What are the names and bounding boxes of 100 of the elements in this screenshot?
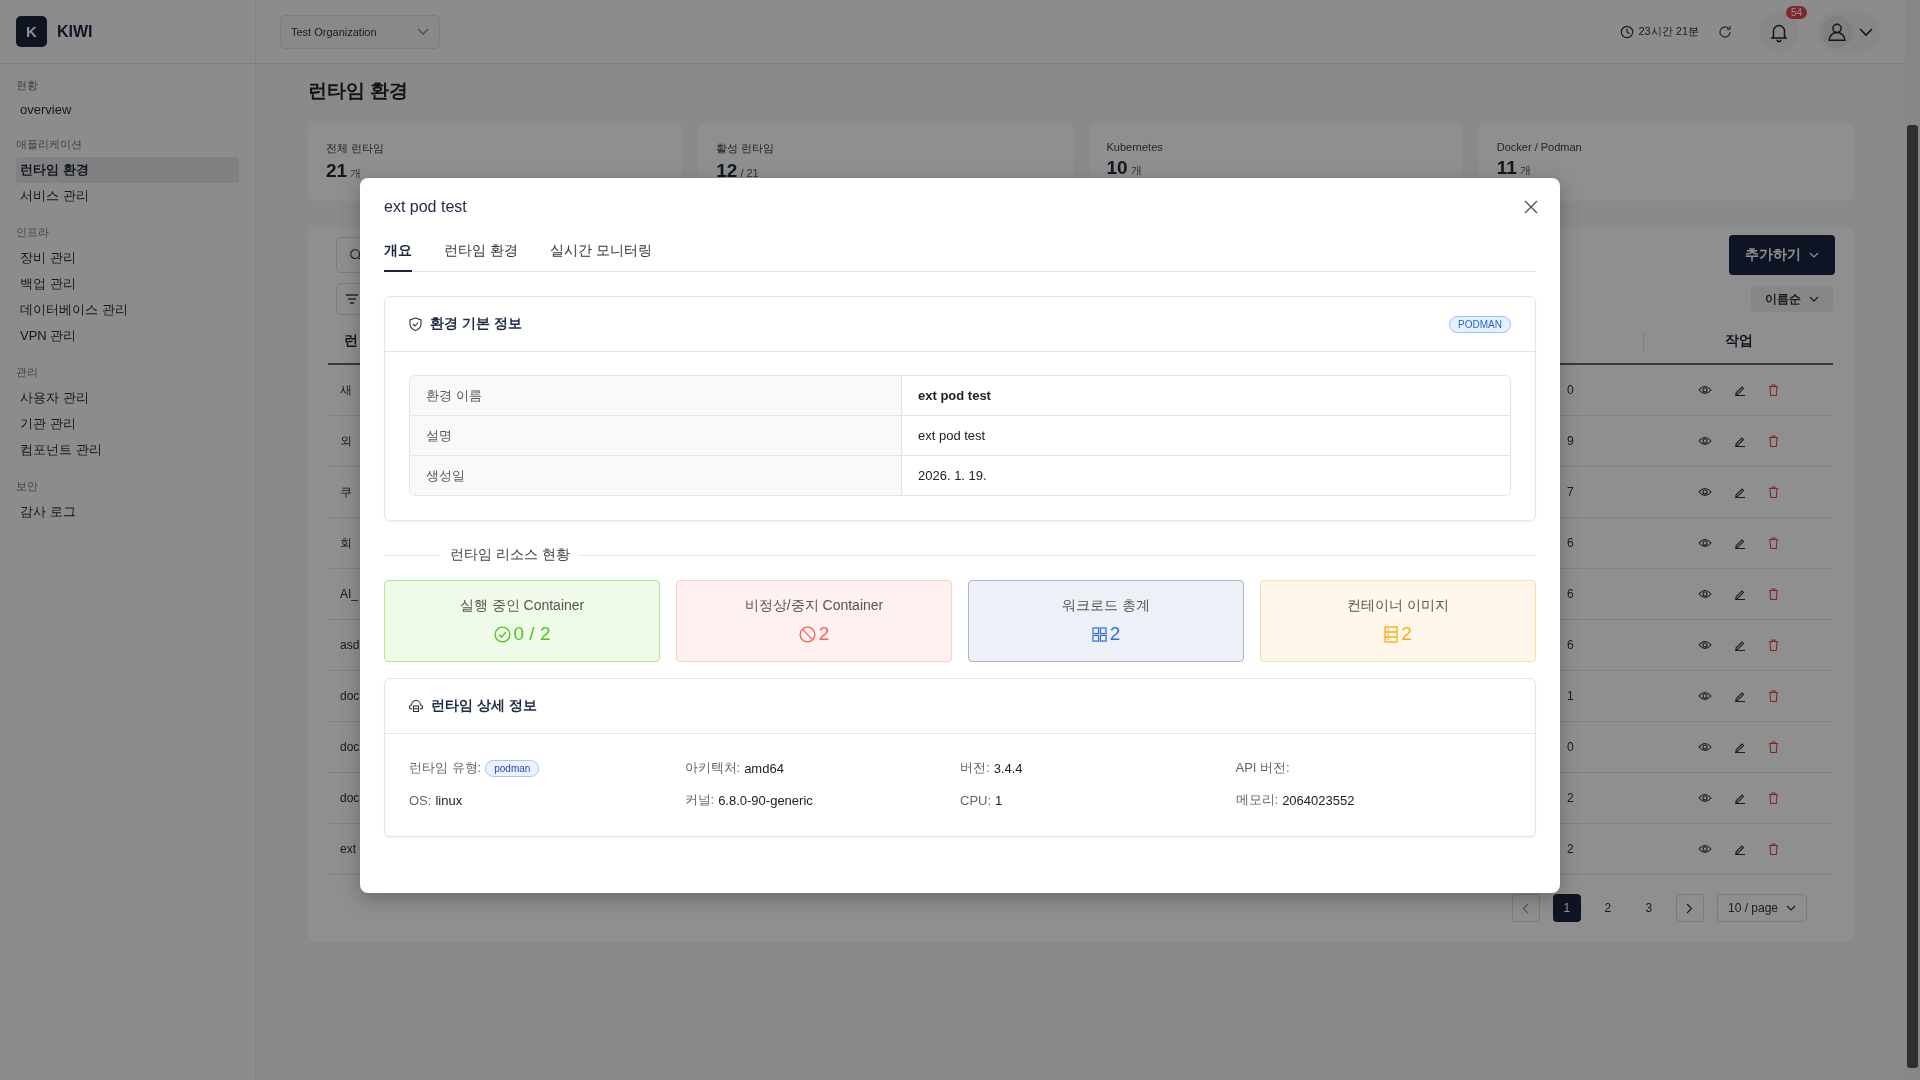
view-icon[interactable] bbox=[1697, 589, 1712, 599]
tile-label: 워크로드 총계 bbox=[1062, 597, 1150, 615]
page-button[interactable]: 3 bbox=[1634, 894, 1663, 922]
field-label: CPU: bbox=[960, 792, 992, 808]
stat-value: 10 bbox=[1106, 157, 1128, 179]
close-icon[interactable] bbox=[1524, 200, 1538, 214]
edit-icon[interactable] bbox=[1733, 537, 1746, 549]
user-menu[interactable] bbox=[1817, 11, 1881, 52]
tile-value: 2 bbox=[1401, 623, 1412, 645]
tile-value: 0 / 2 bbox=[513, 623, 551, 645]
edit-icon[interactable] bbox=[1733, 435, 1746, 447]
edit-icon[interactable] bbox=[1733, 639, 1746, 651]
refresh-icon[interactable] bbox=[1717, 23, 1733, 40]
view-icon[interactable] bbox=[1697, 640, 1712, 650]
table-cell-text: doc bbox=[339, 791, 360, 805]
table-cell-text: ext bbox=[339, 842, 356, 856]
chevron-icon bbox=[417, 27, 429, 36]
table-cell-text: doc bbox=[339, 740, 360, 754]
edit-icon[interactable] bbox=[1733, 792, 1746, 804]
sidebar-item[interactable]: 컴포넌트 관리 bbox=[16, 437, 239, 463]
page-button[interactable]: 1 bbox=[1552, 894, 1581, 922]
delete-icon[interactable] bbox=[1767, 741, 1779, 753]
delete-icon[interactable] bbox=[1767, 639, 1779, 651]
runtime-tag: podman bbox=[485, 759, 540, 777]
field-value: 6.8.0-90-generic bbox=[718, 792, 813, 808]
table-cell-text: 6 bbox=[1566, 536, 1574, 550]
sort-select[interactable]: 이름순 bbox=[1751, 286, 1833, 312]
sidebar-item[interactable]: overview bbox=[16, 98, 239, 121]
edit-icon[interactable] bbox=[1733, 384, 1746, 396]
edit-icon[interactable] bbox=[1733, 486, 1746, 498]
tab[interactable]: 런타임 환경 bbox=[444, 238, 518, 272]
edit-icon[interactable] bbox=[1733, 588, 1746, 600]
edit-icon[interactable] bbox=[1733, 843, 1746, 855]
page-size-select[interactable]: 10 / page bbox=[1716, 894, 1807, 922]
edit-icon[interactable] bbox=[1733, 741, 1746, 753]
delete-icon[interactable] bbox=[1767, 792, 1779, 804]
delete-icon[interactable] bbox=[1767, 435, 1779, 447]
delete-icon[interactable] bbox=[1767, 843, 1779, 855]
tile-label: 실행 중인 Container bbox=[459, 597, 585, 615]
sidebar-item[interactable]: 기관 관리 bbox=[16, 411, 239, 437]
field-label: 설명 bbox=[410, 416, 902, 455]
check-circle-icon bbox=[493, 625, 511, 643]
stat-unit: / 21 bbox=[740, 167, 759, 179]
view-icon[interactable] bbox=[1697, 385, 1712, 395]
table-cell-text: 6 bbox=[1566, 587, 1574, 601]
field-value: amd64 bbox=[744, 760, 784, 776]
view-icon[interactable] bbox=[1697, 436, 1712, 446]
notification-badge: 54 bbox=[1785, 5, 1807, 19]
view-icon[interactable] bbox=[1697, 487, 1712, 497]
field-value: 2026. 1. 19. bbox=[917, 467, 988, 485]
stat-label: 전체 런타임 bbox=[326, 141, 386, 156]
chevron-right-icon bbox=[1686, 902, 1694, 914]
page-button[interactable]: 2 bbox=[1593, 894, 1622, 922]
tile-label: 컨테이너 이미지 bbox=[1347, 597, 1449, 615]
table-cell-text: AI_ bbox=[339, 587, 358, 601]
app-name: KIWI bbox=[57, 22, 93, 41]
filter-icon bbox=[345, 293, 359, 305]
delete-icon[interactable] bbox=[1767, 588, 1779, 600]
delete-icon[interactable] bbox=[1767, 690, 1779, 702]
delete-icon[interactable] bbox=[1767, 486, 1779, 498]
cloud-server-icon bbox=[409, 700, 423, 712]
delete-icon[interactable] bbox=[1767, 384, 1779, 396]
view-icon[interactable] bbox=[1697, 844, 1712, 854]
sidebar-item[interactable]: VPN 관리 bbox=[16, 323, 239, 349]
field-value: linux bbox=[435, 792, 463, 808]
field-label: 아키텍처: bbox=[684, 759, 741, 777]
field-value: 2064023552 bbox=[1282, 792, 1355, 808]
view-icon[interactable] bbox=[1697, 793, 1712, 803]
blocked-icon bbox=[798, 625, 816, 643]
add-button[interactable]: 추가하기 bbox=[1729, 235, 1835, 275]
stat-value: 12 bbox=[716, 160, 738, 182]
chevron-left-icon bbox=[1522, 902, 1530, 914]
sidebar-item[interactable]: 런타임 환경 bbox=[16, 157, 239, 183]
field-label: 환경 이름 bbox=[410, 376, 902, 415]
tile-label: 비정상/중지 Container bbox=[744, 597, 884, 615]
chevron-icon bbox=[1809, 295, 1819, 303]
organization-select[interactable]: Test Organization bbox=[280, 14, 440, 49]
view-icon[interactable] bbox=[1697, 742, 1712, 752]
chevron-icon bbox=[1809, 251, 1819, 259]
sidebar-item[interactable]: 데이터베이스 관리 bbox=[16, 297, 239, 323]
tab[interactable]: 실시간 모니터링 bbox=[549, 238, 652, 272]
view-icon[interactable] bbox=[1697, 538, 1712, 548]
sidebar-item[interactable]: 서비스 관리 bbox=[16, 183, 239, 209]
edit-icon[interactable] bbox=[1733, 690, 1746, 702]
section-title: 런타임 리소스 현황 bbox=[450, 546, 570, 564]
sidebar-item[interactable]: 장비 관리 bbox=[16, 245, 239, 271]
sidebar-item[interactable]: 감사 로그 bbox=[16, 499, 239, 525]
field-label: 커널: bbox=[684, 791, 715, 809]
delete-icon[interactable] bbox=[1767, 537, 1779, 549]
table-cell-text: 외 bbox=[339, 432, 352, 450]
table-cell-text: 새 bbox=[339, 381, 352, 399]
scrollbar[interactable] bbox=[1905, 0, 1920, 1080]
view-icon[interactable] bbox=[1697, 691, 1712, 701]
tab[interactable]: 개요 bbox=[384, 238, 412, 272]
field-value: ext pod test bbox=[917, 427, 987, 445]
sidebar-item[interactable]: 사용자 관리 bbox=[16, 385, 239, 411]
user-avatar-icon bbox=[1821, 15, 1853, 48]
chevron-icon bbox=[1786, 904, 1796, 912]
sidebar-item[interactable]: 백업 관리 bbox=[16, 271, 239, 297]
tile-value: 2 bbox=[818, 623, 830, 645]
